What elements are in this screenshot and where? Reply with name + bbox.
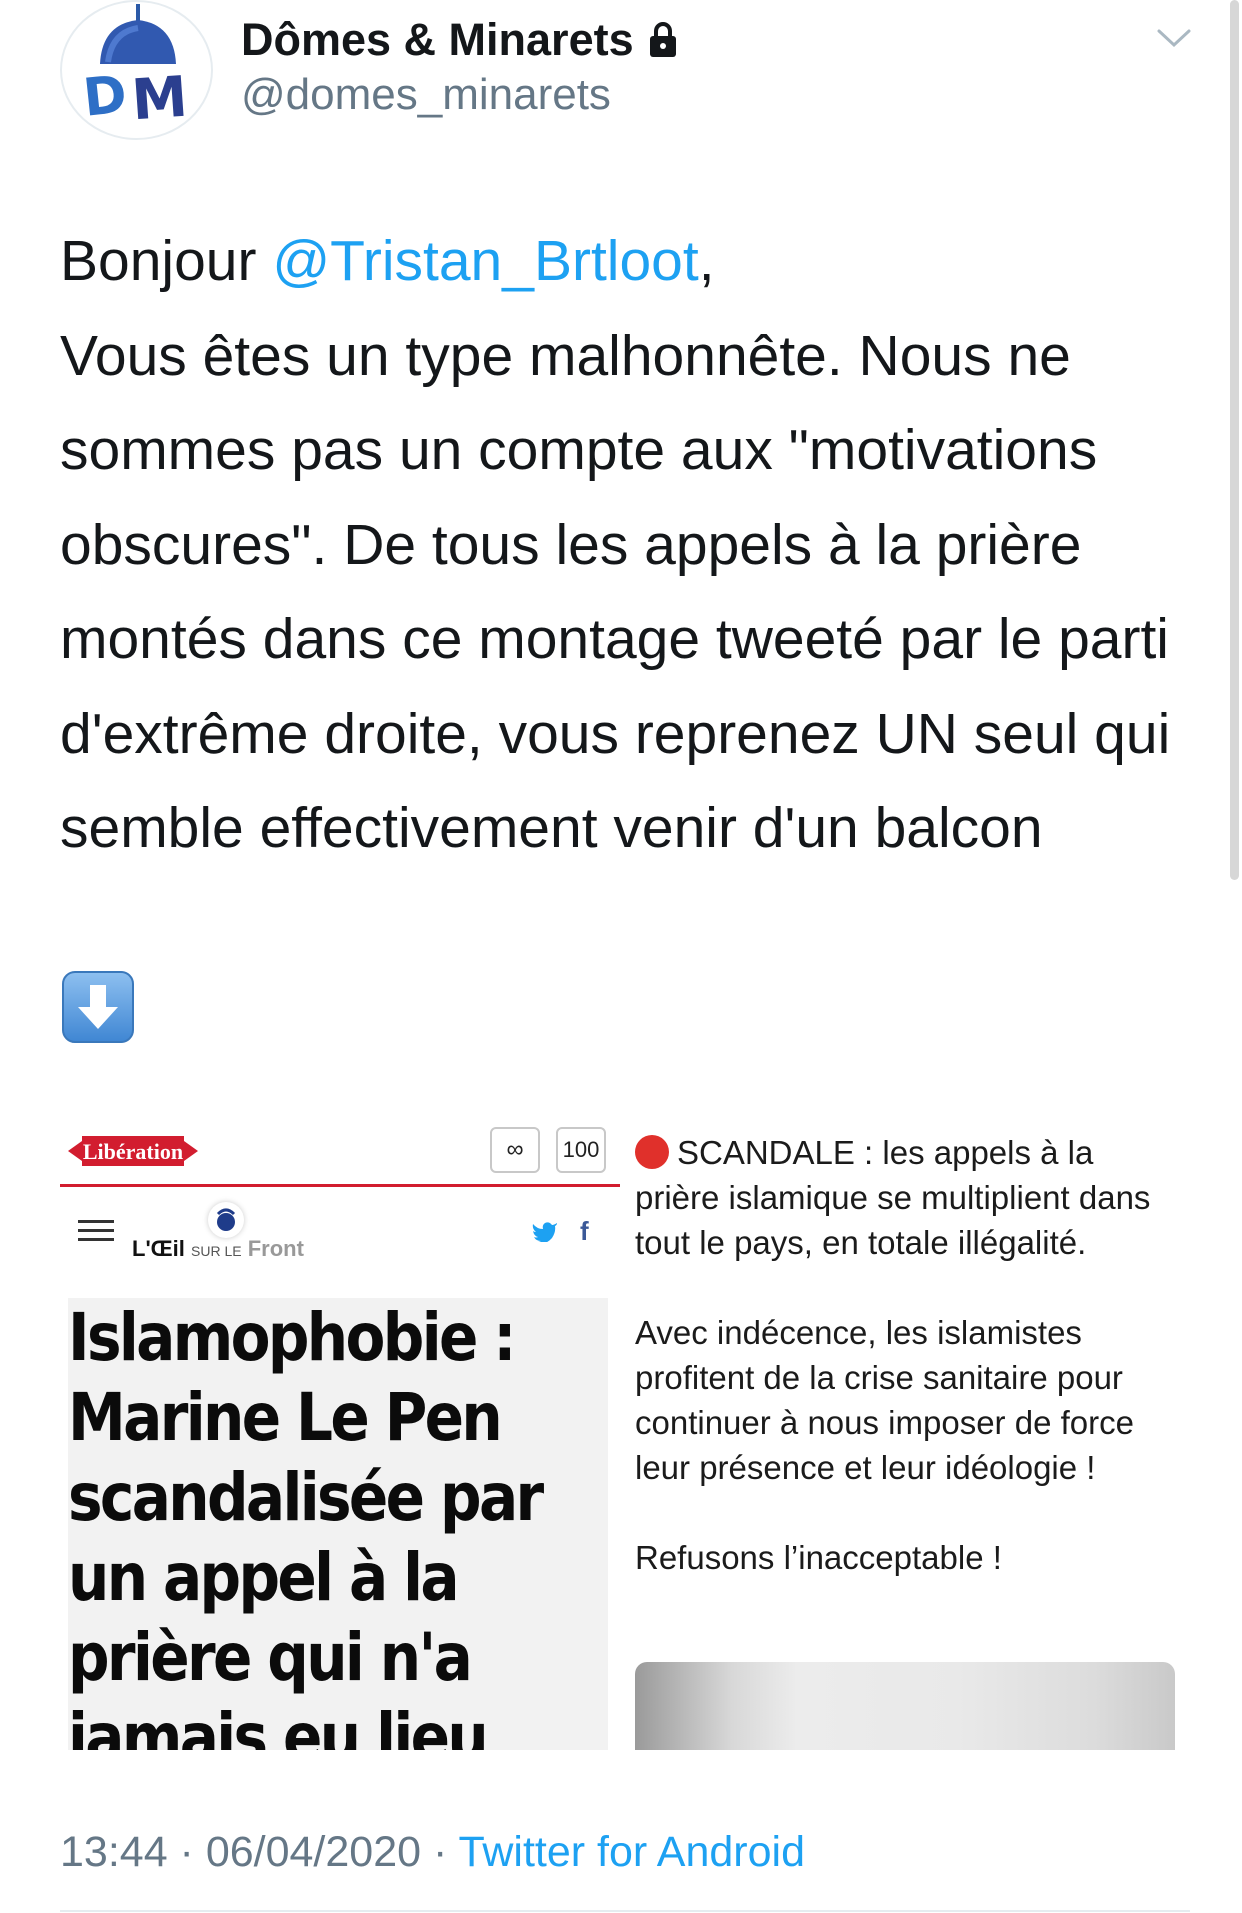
rn-para-1: SCANDALE : les appels à la prière islami… xyxy=(635,1130,1175,1265)
avatar[interactable]: D M xyxy=(60,0,213,140)
chevron-down-icon[interactable] xyxy=(1156,26,1192,50)
timestamp[interactable]: 13:44 · 06/04/2020 · xyxy=(60,1828,458,1876)
oeil-small-text: SUR LE xyxy=(191,1243,242,1259)
oeil-front-text: Front xyxy=(247,1236,304,1261)
tweet-body: Vous êtes un type malhonnête. Nous ne so… xyxy=(60,323,1171,861)
headline-line: Marine Le Pen xyxy=(68,1379,503,1456)
svg-text:M: M xyxy=(130,65,190,134)
share-count-badge: 100 xyxy=(556,1127,606,1173)
liberation-headline: Islamophobie : Marine Le Pen scandalisée… xyxy=(68,1298,608,1750)
name-row: Dômes & Minarets xyxy=(241,14,678,66)
source-link[interactable]: Twitter for Android xyxy=(458,1828,805,1876)
rn-para-2: Avec indécence, les islamistes profitent… xyxy=(635,1314,1134,1486)
comma: , xyxy=(698,229,715,293)
liberation-logo: Libération xyxy=(68,1136,198,1166)
headline-line: prière qui n'a xyxy=(68,1619,473,1696)
divider xyxy=(60,1910,1190,1912)
dome-logo-icon: D M xyxy=(80,4,190,134)
greeting: Bonjour xyxy=(60,229,273,293)
rn-tweet-screenshot[interactable]: SCANDALE : les appels à la prière islami… xyxy=(635,1110,1188,1750)
rn-para-1-text: SCANDALE : les appels à la prière islami… xyxy=(635,1134,1151,1261)
handle[interactable]: @domes_minarets xyxy=(241,70,611,120)
twitter-bird-icon[interactable] xyxy=(532,1220,558,1242)
red-rule xyxy=(60,1184,620,1187)
oeil-brand: L'Œil SUR LE Front xyxy=(132,1236,304,1262)
headline-line: Islamophobie : xyxy=(68,1299,517,1376)
tweet-media[interactable]: Libération ∞ 100 L'Œil SUR LE Front f Is… xyxy=(60,1110,1188,1750)
facebook-icon[interactable]: f xyxy=(580,1216,589,1247)
share-badge[interactable]: ∞ xyxy=(490,1127,540,1173)
tweet-meta: 13:44 · 06/04/2020 · Twitter for Android xyxy=(60,1828,805,1877)
rn-tweet-text: SCANDALE : les appels à la prière islami… xyxy=(635,1130,1175,1625)
display-name[interactable]: Dômes & Minarets xyxy=(241,14,634,66)
lock-icon xyxy=(649,22,676,57)
svg-text:D: D xyxy=(80,65,129,129)
scrollbar[interactable] xyxy=(1230,0,1239,880)
red-circle-icon xyxy=(635,1135,669,1169)
tweet-text: Bonjour @Tristan_Brtloot, Vous êtes un t… xyxy=(60,214,1180,876)
liberation-screenshot[interactable]: Libération ∞ 100 L'Œil SUR LE Front f Is… xyxy=(60,1110,620,1750)
rn-embedded-image[interactable] xyxy=(635,1662,1175,1750)
oeil-brand-text: L'Œil xyxy=(132,1236,185,1261)
headline-line: scandalisée par xyxy=(68,1459,544,1536)
rn-para-3: Refusons l’inacceptable ! xyxy=(635,1539,1002,1576)
liberation-logo-text: Libération xyxy=(83,1139,183,1164)
headline-line: jamais eu lieu xyxy=(68,1699,489,1750)
menu-icon[interactable] xyxy=(78,1218,114,1244)
oeil-eye-icon xyxy=(208,1202,244,1238)
down-arrow-icon xyxy=(62,971,134,1043)
tweet-first-line: Bonjour @Tristan_Brtloot, xyxy=(60,214,1180,309)
headline-line: un appel à la xyxy=(68,1539,460,1616)
mention-link[interactable]: @Tristan_Brtloot xyxy=(272,229,698,293)
